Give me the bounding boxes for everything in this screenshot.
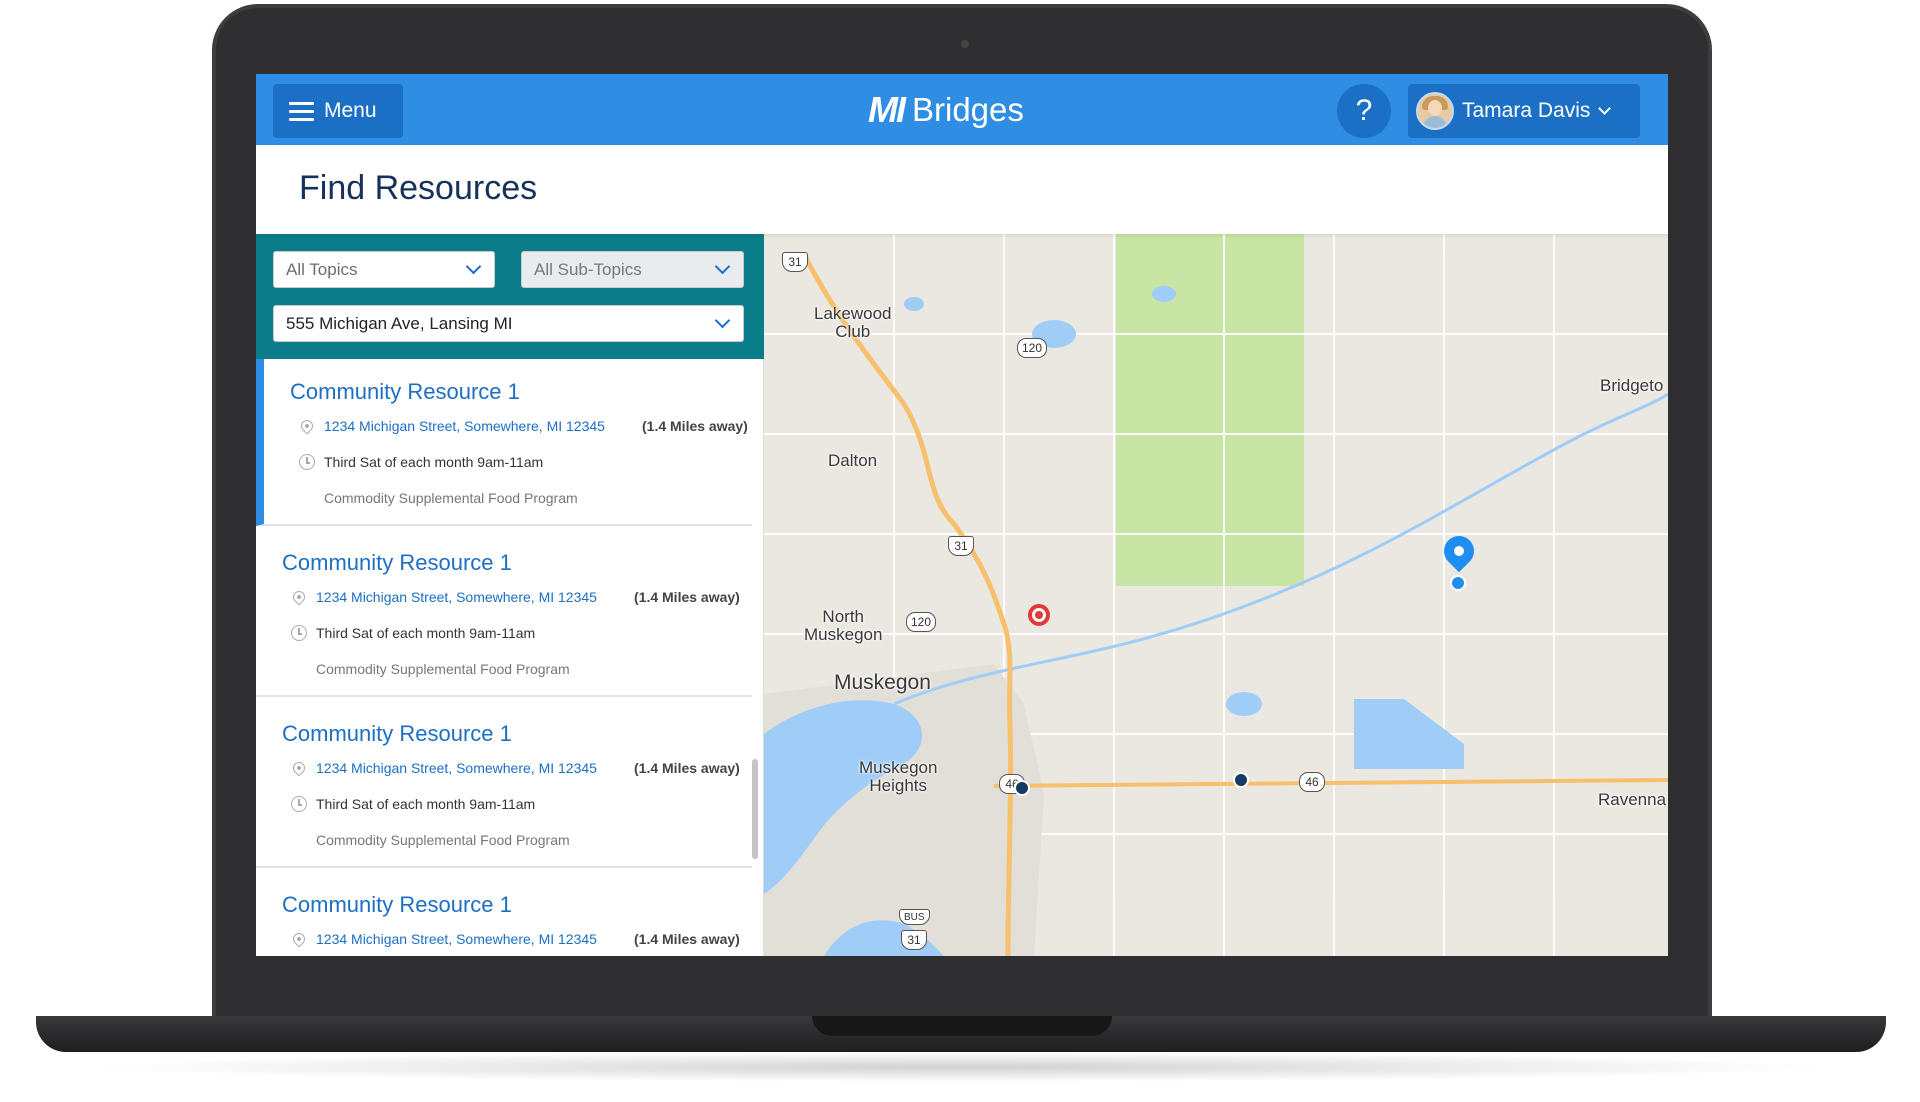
- location-pin-icon: [298, 417, 316, 435]
- chevron-down-icon: [1598, 102, 1612, 115]
- resource-address[interactable]: 1234 Michigan Street, Somewhere, MI 1234…: [316, 589, 597, 605]
- map-view[interactable]: Lakewood Club Dalton North Muskegon Musk…: [764, 234, 1668, 956]
- resource-schedule: Third Sat of each month 9am-11am: [324, 454, 544, 470]
- menu-button[interactable]: Menu: [273, 84, 403, 138]
- resource-address[interactable]: 1234 Michigan Street, Somewhere, MI 1234…: [316, 760, 597, 776]
- location-pin-icon: [290, 759, 308, 777]
- list-item[interactable]: Community Resource 1 1234 Michigan Stree…: [256, 701, 752, 868]
- user-name: Tamara Davis: [1462, 99, 1591, 122]
- resource-distance: (1.4 Miles away): [634, 760, 740, 776]
- map-label-dalton: Dalton: [828, 451, 878, 470]
- resource-marker[interactable]: [1014, 780, 1030, 796]
- app-screen: Menu MI Bridges ? Tamara Davis Find Reso…: [256, 74, 1668, 956]
- list-item[interactable]: Community Resource 1 1234 Michigan Stree…: [256, 872, 752, 956]
- map-label-north-muskegon: North Muskegon: [804, 607, 883, 644]
- us-31-shield: 31: [901, 930, 927, 950]
- subtopics-select[interactable]: All Sub-Topics: [521, 251, 744, 288]
- resource-address[interactable]: 1234 Michigan Street, Somewhere, MI 1234…: [316, 931, 597, 947]
- resource-marker[interactable]: [1233, 772, 1249, 788]
- resource-distance: (1.4 Miles away): [634, 589, 740, 605]
- laptop-camera: [961, 40, 969, 48]
- clock-icon: [291, 625, 307, 641]
- clock-icon: [291, 796, 307, 812]
- laptop-shadow: [80, 1052, 1840, 1082]
- chevron-down-icon: [465, 258, 482, 275]
- resource-distance: (1.4 Miles away): [642, 418, 748, 434]
- subtopics-select-value: All Sub-Topics: [534, 259, 642, 279]
- resource-title[interactable]: Community Resource 1: [282, 550, 512, 576]
- m-46-shield: 46: [1299, 772, 1325, 792]
- title-row: Find Resources: [256, 145, 1668, 234]
- resource-title[interactable]: Community Resource 1: [290, 379, 520, 405]
- page-title: Find Resources: [299, 169, 538, 207]
- chevron-down-icon: [714, 258, 731, 275]
- address-select-value: 555 Michigan Ave, Lansing MI: [286, 313, 513, 333]
- topics-select-value: All Topics: [286, 259, 358, 279]
- results-list[interactable]: Community Resource 1 1234 Michigan Stree…: [256, 359, 764, 956]
- user-menu-button[interactable]: Tamara Davis: [1408, 84, 1640, 138]
- clock-icon: [299, 454, 315, 470]
- resource-address[interactable]: 1234 Michigan Street, Somewhere, MI 1234…: [324, 418, 605, 434]
- location-pin-icon: [290, 930, 308, 948]
- location-pin-icon: [290, 588, 308, 606]
- map-label-ravenna: Ravenna: [1598, 790, 1667, 809]
- map-label-lakewood-club: Lakewood Club: [814, 304, 892, 341]
- top-nav-bar: Menu MI Bridges ? Tamara Davis: [256, 74, 1668, 145]
- resource-program: Commodity Supplemental Food Program: [324, 490, 578, 506]
- map-label-muskegon: Muskegon: [834, 671, 931, 694]
- list-item[interactable]: Community Resource 1 1234 Michigan Stree…: [256, 530, 752, 697]
- resource-distance: (1.4 Miles away): [634, 931, 740, 947]
- avatar: [1416, 92, 1454, 130]
- map-canvas: [764, 234, 1668, 956]
- resource-program: Commodity Supplemental Food Program: [316, 832, 570, 848]
- topics-select[interactable]: All Topics: [273, 251, 495, 288]
- resource-schedule: Third Sat of each month 9am-11am: [316, 796, 536, 812]
- address-select[interactable]: 555 Michigan Ave, Lansing MI: [273, 305, 744, 342]
- map-label-bridgeton: Bridgeto: [1600, 376, 1664, 395]
- help-button[interactable]: ?: [1337, 84, 1391, 138]
- us-31-shield: 31: [782, 252, 808, 272]
- logo-text: Bridges: [912, 91, 1024, 128]
- current-location-dot: [1450, 575, 1466, 591]
- m-120-shield: 120: [906, 612, 937, 632]
- business-route-shield: BUS: [899, 909, 930, 925]
- list-item[interactable]: Community Resource 1 1234 Michigan Stree…: [256, 359, 752, 526]
- chevron-down-icon: [714, 312, 731, 329]
- hamburger-icon: [289, 101, 314, 121]
- m-120-shield: 120: [1017, 338, 1048, 358]
- mi-bridges-logo[interactable]: MI Bridges: [868, 88, 1024, 132]
- resource-title[interactable]: Community Resource 1: [282, 721, 512, 747]
- resource-program: Commodity Supplemental Food Program: [316, 661, 570, 677]
- resource-schedule: Third Sat of each month 9am-11am: [316, 625, 536, 641]
- map-label-muskegon-heights: Muskegon Heights: [859, 758, 938, 795]
- selected-resource-marker[interactable]: [1028, 604, 1050, 626]
- menu-button-label: Menu: [324, 99, 377, 122]
- resource-title[interactable]: Community Resource 1: [282, 892, 512, 918]
- us-31-shield: 31: [948, 536, 974, 556]
- filter-panel: All Topics All Sub-Topics 555 Michigan A…: [256, 234, 764, 359]
- results-scrollbar[interactable]: [752, 759, 758, 859]
- laptop-notch: [812, 1016, 1112, 1036]
- logo-mark: MI: [868, 89, 906, 130]
